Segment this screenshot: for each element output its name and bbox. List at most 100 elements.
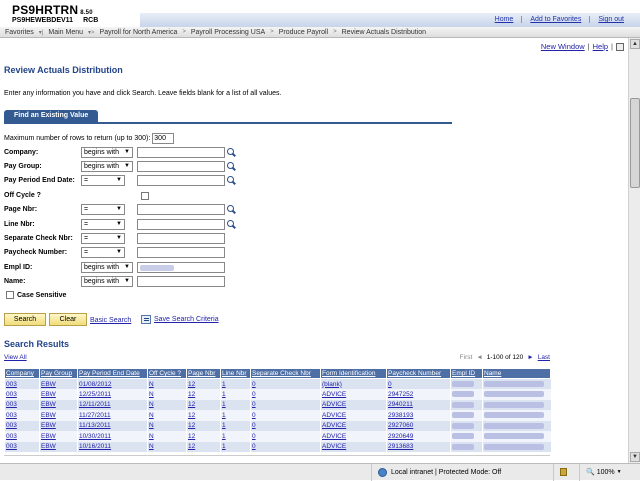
table-row[interactable]: 003 EBW 11/13/2011 N 12 1 0 ADVICE 2927060 <box>4 420 551 431</box>
cell-link[interactable]: ADVICE <box>322 443 346 450</box>
cell-link[interactable]: N <box>149 422 154 429</box>
col-off-cycle[interactable]: Off Cycle ? <box>147 368 187 379</box>
cell-link[interactable]: 11/27/2011 <box>79 412 111 419</box>
clear-button[interactable]: Clear <box>49 313 87 326</box>
col-pay-period-end-date[interactable]: Pay Period End Date <box>77 368 148 379</box>
home-link[interactable]: Home <box>487 16 522 23</box>
pay-period-operator-select[interactable]: = ▼ <box>81 175 125 186</box>
cell-link[interactable]: 003 <box>6 412 17 419</box>
cell-link[interactable]: 12/11/2011 <box>79 401 111 408</box>
save-criteria-icon[interactable] <box>141 315 151 324</box>
cell-link[interactable]: 0 <box>252 443 256 450</box>
basic-search-link[interactable]: Basic Search <box>90 317 131 324</box>
col-form-identification[interactable]: Form Identification <box>320 368 387 379</box>
zoom-control[interactable]: 🔍 100% ▼ <box>586 468 622 477</box>
line-nbr-input[interactable] <box>137 219 225 230</box>
cell-link[interactable]: 1 <box>222 433 226 440</box>
cell-link[interactable]: 0 <box>252 401 256 408</box>
off-cycle-checkbox[interactable] <box>141 191 149 200</box>
save-search-criteria-link[interactable]: Save Search Criteria <box>154 316 219 323</box>
cell-link[interactable]: 1 <box>222 443 226 450</box>
add-to-favorites-link[interactable]: Add to Favorites <box>521 16 589 23</box>
table-row[interactable]: 003 EBW 12/25/2011 N 12 1 0 ADVICE 2947252 <box>4 389 551 400</box>
cell-link[interactable]: EBW <box>41 412 56 419</box>
scroll-down-icon[interactable]: ▼ <box>630 452 640 462</box>
cell-link[interactable]: EBW <box>41 391 56 398</box>
cell-link[interactable]: 10/30/2011 <box>79 433 111 440</box>
nav-main-menu[interactable]: Main Menu <box>43 29 88 36</box>
cell-link[interactable]: (blank) <box>322 381 342 388</box>
cell-link[interactable]: 1 <box>222 391 226 398</box>
cell-link[interactable]: 12 <box>188 443 195 450</box>
cell-link[interactable]: ADVICE <box>322 401 346 408</box>
last-link[interactable]: Last <box>538 354 550 361</box>
lookup-icon[interactable] <box>227 220 236 229</box>
col-empl-id[interactable]: Empl ID <box>450 368 483 379</box>
cell-link[interactable]: 12 <box>188 401 195 408</box>
page-nbr-operator-select[interactable]: = ▼ <box>81 204 125 215</box>
new-window-link[interactable]: New Window <box>541 42 585 51</box>
first-arrow-icon[interactable]: ◄ <box>476 354 482 361</box>
cell-link[interactable]: 2913683 <box>388 443 413 450</box>
vertical-scrollbar[interactable]: ▲ ▼ <box>628 38 640 463</box>
col-separate-check-nbr[interactable]: Separate Check Nbr <box>250 368 321 379</box>
security-zone[interactable]: Local intranet | Protected Mode: Off <box>372 463 554 481</box>
paycheck-number-input[interactable] <box>137 247 225 258</box>
cell-link[interactable]: EBW <box>41 443 56 450</box>
name-operator-select[interactable]: begins with ▼ <box>81 276 133 287</box>
cell-link[interactable]: 12 <box>188 391 195 398</box>
empl-id-input[interactable] <box>137 262 225 273</box>
company-input[interactable] <box>137 147 225 158</box>
view-all-link[interactable]: View All <box>4 354 27 361</box>
cell-link[interactable]: 2947252 <box>388 391 413 398</box>
cell-link[interactable]: N <box>149 381 154 388</box>
lookup-icon[interactable] <box>227 205 236 214</box>
nav-payroll-north-america[interactable]: Payroll for North America <box>95 29 183 36</box>
table-row[interactable]: 003 EBW 11/27/2011 N 12 1 0 ADVICE 2938193 <box>4 410 551 421</box>
lookup-icon[interactable] <box>227 162 236 171</box>
cell-link[interactable]: N <box>149 401 154 408</box>
table-row[interactable]: 003 EBW 10/16/2011 N 12 1 0 ADVICE 2913683 <box>4 441 551 452</box>
cell-link[interactable]: ADVICE <box>322 391 346 398</box>
cell-link[interactable]: 12/25/2011 <box>79 391 111 398</box>
pay-period-end-date-input[interactable] <box>137 175 225 186</box>
col-company[interactable]: Company <box>4 368 40 379</box>
line-nbr-operator-select[interactable]: = ▼ <box>81 219 125 230</box>
table-row[interactable]: 003 EBW 12/11/2011 N 12 1 0 ADVICE 2940211 <box>4 399 551 410</box>
cell-link[interactable]: 2920649 <box>388 433 413 440</box>
sign-out-link[interactable]: Sign out <box>589 16 632 23</box>
lookup-icon[interactable] <box>227 148 236 157</box>
cell-link[interactable]: 003 <box>6 443 17 450</box>
cell-link[interactable]: 2938193 <box>388 412 413 419</box>
cell-link[interactable]: 12 <box>188 412 195 419</box>
customize-page-icon[interactable] <box>616 42 624 51</box>
cell-link[interactable]: 003 <box>6 381 17 388</box>
cell-link[interactable]: 0 <box>252 381 256 388</box>
nav-produce-payroll[interactable]: Produce Payroll <box>274 29 333 36</box>
cell-link[interactable]: 0 <box>252 412 256 419</box>
cell-link[interactable]: N <box>149 443 154 450</box>
col-page-nbr[interactable]: Page Nbr <box>186 368 221 379</box>
cell-link[interactable]: 11/13/2011 <box>79 422 111 429</box>
cell-link[interactable]: 01/08/2012 <box>79 381 112 388</box>
cell-link[interactable]: N <box>149 412 154 419</box>
cell-link[interactable]: ADVICE <box>322 433 346 440</box>
cell-link[interactable]: 12 <box>188 422 195 429</box>
cell-link[interactable]: 0 <box>388 381 392 388</box>
cell-link[interactable]: 0 <box>252 422 256 429</box>
cell-link[interactable]: 2927060 <box>388 422 413 429</box>
col-line-nbr[interactable]: Line Nbr <box>220 368 251 379</box>
cell-link[interactable]: 1 <box>222 412 226 419</box>
nav-payroll-processing-usa[interactable]: Payroll Processing USA <box>186 29 270 36</box>
help-link[interactable]: Help <box>593 42 608 51</box>
col-pay-group[interactable]: Pay Group <box>39 368 78 379</box>
cell-link[interactable]: 10/16/2011 <box>79 443 111 450</box>
cell-link[interactable]: 1 <box>222 401 226 408</box>
cell-link[interactable]: N <box>149 391 154 398</box>
name-input[interactable] <box>137 276 225 287</box>
cell-link[interactable]: EBW <box>41 381 56 388</box>
pay-group-input[interactable] <box>137 161 225 172</box>
cell-link[interactable]: ADVICE <box>322 412 346 419</box>
next-arrow-icon[interactable]: ► <box>527 354 533 361</box>
table-row[interactable]: 003 EBW 01/08/2012 N 12 1 0 (blank) 0 <box>4 378 551 389</box>
